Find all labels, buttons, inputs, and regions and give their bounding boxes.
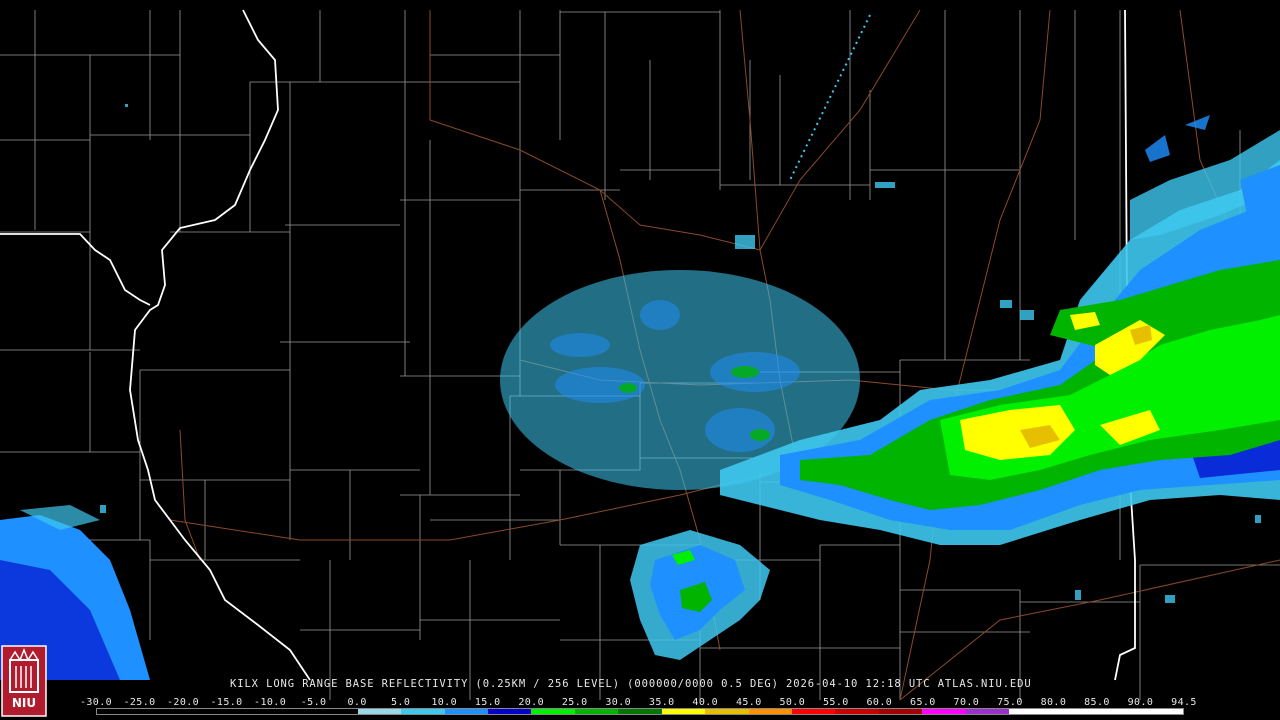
legend-label: 85.0	[1084, 697, 1110, 708]
legend-label: 60.0	[866, 697, 893, 708]
legend-label: 75.0	[997, 697, 1023, 708]
legend-swatch	[1139, 709, 1183, 714]
legend-swatch	[661, 709, 706, 714]
legend-swatch	[1096, 709, 1140, 714]
legend-label: -15.0	[210, 697, 243, 708]
legend-swatch	[792, 709, 836, 714]
legend-label: 50.0	[779, 697, 806, 708]
legend-swatch	[618, 709, 662, 714]
legend-label: 80.0	[1040, 697, 1067, 708]
legend-swatch	[140, 709, 184, 714]
legend-swatch	[487, 709, 532, 714]
legend-label: 40.0	[692, 697, 719, 708]
logo-text: NIU	[11, 696, 37, 710]
legend-swatch	[531, 709, 575, 714]
legend-swatch	[574, 709, 619, 714]
logo-text-holder: NIU	[2, 646, 46, 716]
legend-label: 90.0	[1127, 697, 1154, 708]
radar-title-line: KILX LONG RANGE BASE REFLECTIVITY (0.25K…	[230, 678, 1032, 690]
legend-swatch	[965, 709, 1010, 714]
legend-swatch	[835, 709, 879, 714]
legend-swatch	[922, 709, 966, 714]
legend-swatch	[1009, 709, 1053, 714]
legend-label: 30.0	[605, 697, 632, 708]
legend-label: 5.0	[390, 697, 411, 708]
legend-label: -10.0	[254, 697, 287, 708]
legend-swatch	[183, 709, 228, 714]
legend-swatch	[227, 709, 271, 714]
legend-label: -20.0	[166, 697, 200, 708]
legend-swatch	[401, 709, 445, 714]
legend-label: 45.0	[735, 697, 762, 708]
legend-label: 70.0	[953, 697, 980, 708]
legend-label: 10.0	[431, 697, 457, 708]
legend-label: -5.0	[300, 697, 327, 708]
legend-swatch	[748, 709, 792, 714]
legend-label: -30.0	[79, 697, 113, 708]
legend-label: 65.0	[910, 697, 936, 708]
legend-label: 25.0	[561, 697, 588, 708]
legend-swatch	[97, 709, 141, 714]
legend-swatch	[270, 709, 315, 714]
legend-label: 94.5	[1171, 697, 1197, 708]
legend-swatch	[878, 709, 923, 714]
legend-swatch	[705, 709, 749, 714]
legend-swatch	[444, 709, 488, 714]
legend-swatch	[1052, 709, 1097, 714]
legend-label: 15.0	[474, 697, 501, 708]
legend-label: 55.0	[822, 697, 849, 708]
radar-map	[0, 0, 1280, 720]
legend-label: 0.0	[347, 697, 367, 708]
legend-label: 35.0	[648, 697, 675, 708]
legend-label: 20.0	[518, 697, 545, 708]
legend-swatch	[314, 709, 358, 714]
reflectivity-color-legend	[96, 708, 1184, 715]
legend-label: -25.0	[123, 697, 156, 708]
legend-swatch	[357, 709, 402, 714]
